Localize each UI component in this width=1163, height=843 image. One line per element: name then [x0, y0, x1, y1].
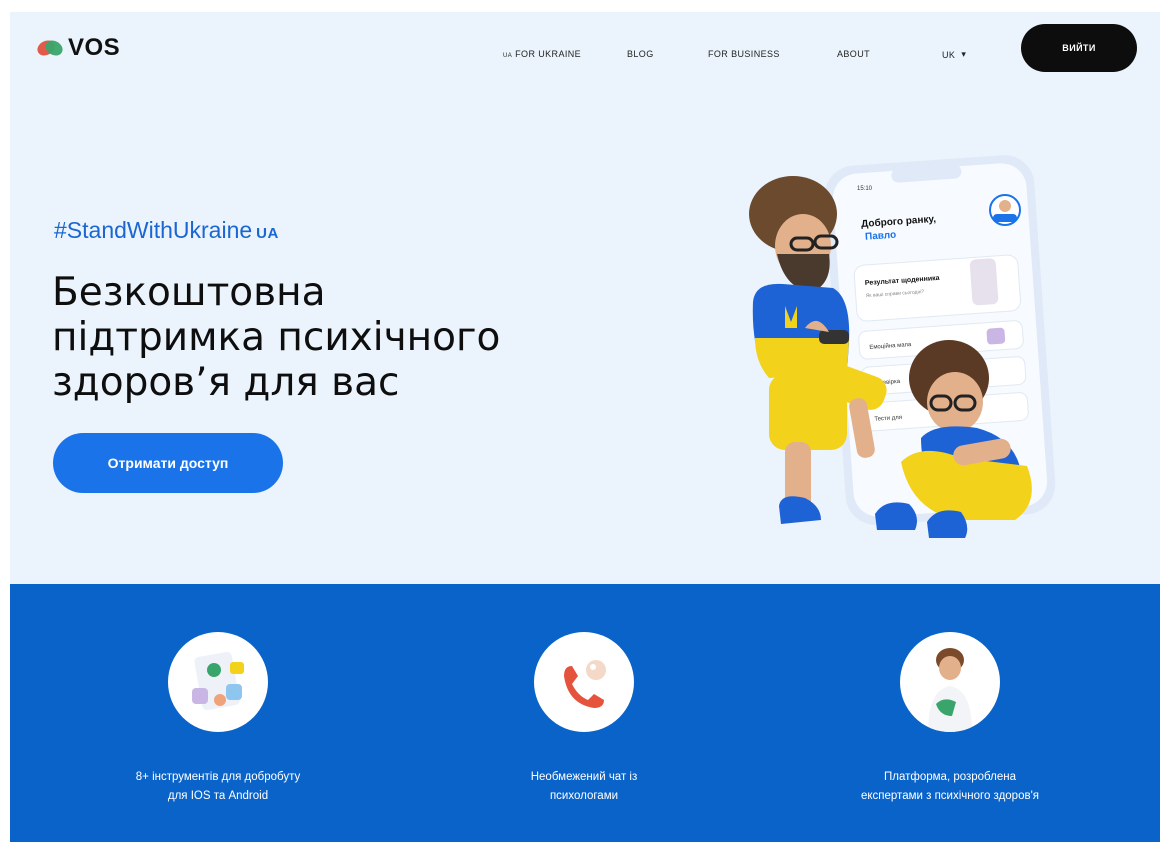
hero-headline: Безкоштовна підтримка психічного здоров’… — [52, 270, 672, 405]
login-button[interactable]: ВИЙТИ — [1021, 24, 1137, 72]
feature-text-line: для IOS та Android — [167, 790, 269, 802]
vos-logo-icon — [37, 40, 63, 56]
nav-label: BLOG — [627, 49, 654, 59]
hero-section: VOS UA FOR UKRAINE BLOG FOR BUSINESS ABOU… — [10, 12, 1160, 584]
language-selector[interactable]: UK ▾ — [942, 49, 966, 60]
nav-label: FOR UKRAINE — [515, 49, 582, 59]
nav-about[interactable]: ABOUT — [837, 49, 870, 59]
page: VOS UA FOR UKRAINE BLOG FOR BUSINESS ABOU… — [10, 12, 1160, 842]
chevron-down-icon: ▾ — [961, 49, 967, 59]
logo[interactable]: VOS — [36, 34, 120, 62]
nav-label: ABOUT — [837, 49, 871, 59]
hashtag-text: #StandWithUkraine — [54, 217, 253, 243]
headline-line-2: підтримка психічного — [52, 315, 501, 360]
nav-blog[interactable]: BLOG — [627, 49, 654, 59]
logo-text: VOS — [68, 34, 121, 61]
feature-text-line: 8+ інструментів для добробуту — [135, 771, 301, 783]
phone-username: Павло — [865, 230, 897, 243]
feature-text: 8+ інструментів для добробуту для IOS та… — [58, 768, 378, 806]
features-section: 8+ інструментів для добробуту для IOS та… — [10, 584, 1160, 842]
headline-line-1: Безкоштовна — [52, 270, 326, 315]
ukraine-flag-label: UA — [503, 53, 513, 59]
nav-for-ukraine[interactable]: UA FOR UKRAINE — [503, 49, 581, 59]
feature-text-line: експертами з психічного здоров'я — [860, 790, 1040, 802]
wellbeing-tools-icon — [168, 632, 268, 732]
headline-line-3: здоров’я для вас — [52, 360, 400, 405]
feature-text: Платформа, розроблена експертами з психі… — [790, 768, 1110, 806]
feature-text: Необмежений чат із психологами — [424, 768, 744, 806]
nav-label: FOR BUSINESS — [708, 49, 780, 59]
feature-item: Платформа, розроблена експертами з психі… — [790, 632, 1110, 806]
feature-text-line: Платформа, розроблена — [884, 771, 1016, 783]
feature-text-line: Необмежений чат із — [530, 771, 638, 783]
phone-time: 15:10 — [857, 186, 873, 192]
feature-item: Необмежений чат із психологами — [424, 632, 744, 806]
feature-item: 8+ інструментів для добробуту для IOS та… — [58, 632, 378, 806]
get-access-button[interactable]: Отримати доступ — [53, 433, 283, 493]
hero-illustration: 15:10 Доброго ранку, Павло Результат щод… — [749, 155, 1056, 538]
nav-for-business[interactable]: FOR BUSINESS — [708, 49, 780, 59]
phone-chat-icon — [534, 632, 634, 732]
language-value: UK — [942, 49, 956, 60]
hashtag-ua-tag: UA — [256, 225, 279, 242]
expert-person-icon — [900, 632, 1000, 732]
feature-text-line: психологами — [549, 790, 619, 802]
hashtag-heading: #StandWithUkraine UA — [54, 217, 279, 244]
